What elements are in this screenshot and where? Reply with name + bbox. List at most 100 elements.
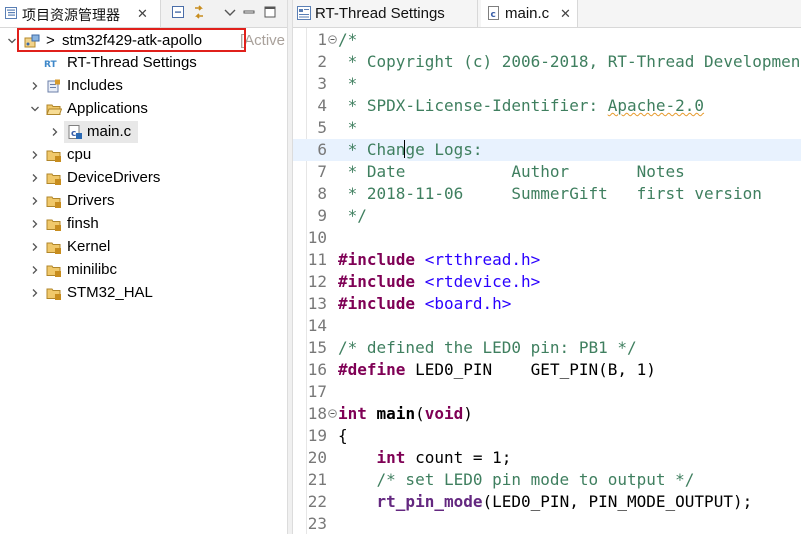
line-number: 18	[307, 404, 327, 423]
function-name: main	[376, 404, 416, 423]
line-number: 7	[317, 162, 327, 181]
tree-item-devicedrivers[interactable]: DeviceDrivers	[0, 167, 287, 189]
chevron-right-icon[interactable]	[30, 265, 40, 275]
code-line[interactable]: 3 *	[293, 73, 801, 95]
tree-item-stm32-hal[interactable]: STM32_HAL	[0, 282, 287, 304]
code-line[interactable]: 16 #define LED0_PIN GET_PIN(B, 1)	[293, 359, 801, 381]
tab-rt-thread-settings-label: RT-Thread Settings	[315, 5, 445, 22]
maximize-icon[interactable]	[262, 4, 278, 20]
fold-toggle-icon[interactable]	[328, 35, 337, 44]
code-line[interactable]: 20 int count = 1;	[293, 447, 801, 469]
keyword: void	[424, 404, 464, 423]
code-line[interactable]: 18 int main(void)	[293, 403, 801, 425]
code-text: * Copyright (c) 2006-2018, RT-Thread Dev…	[338, 52, 801, 71]
code-line[interactable]: 10	[293, 227, 801, 249]
line-number: 8	[317, 184, 327, 203]
chevron-right-icon[interactable]	[30, 81, 40, 91]
tab-main-c[interactable]: c main.c ✕	[481, 0, 578, 27]
tree-item-applications[interactable]: Applications	[0, 98, 287, 120]
code-line[interactable]: 9 */	[293, 205, 801, 227]
explorer-tab-title: 项目资源管理器	[22, 8, 120, 24]
code-text: {	[338, 426, 348, 445]
tree-item-drivers[interactable]: Drivers	[0, 190, 287, 212]
close-icon[interactable]: ✕	[137, 6, 148, 22]
line-number: 13	[307, 294, 327, 313]
preprocessor-directive: #include	[338, 294, 416, 313]
code-text: * Date Author Notes	[338, 162, 685, 181]
fold-toggle-icon[interactable]	[328, 409, 337, 418]
code-line[interactable]: 13 #include <board.h>	[293, 293, 801, 315]
code-text: */	[338, 206, 367, 225]
folder-open-icon	[46, 104, 62, 115]
chevron-right-icon[interactable]	[30, 173, 40, 183]
chevron-right-icon[interactable]	[30, 196, 40, 206]
tree-item-rt-thread-settings[interactable]: RT RT-Thread Settings	[0, 52, 287, 74]
keyword: int	[376, 448, 406, 467]
comment: */	[338, 206, 367, 225]
rt-thread-settings-label: RT-Thread Settings	[67, 54, 197, 71]
chevron-down-icon[interactable]	[7, 36, 17, 46]
code-line[interactable]: 4 * SPDX-License-Identifier: Apache-2.0	[293, 95, 801, 117]
line-number: 17	[307, 382, 327, 401]
line-number: 23	[307, 514, 327, 533]
paren: )	[463, 404, 473, 423]
code-text: int main(void)	[338, 404, 473, 423]
tree-item-kernel[interactable]: Kernel	[0, 236, 287, 258]
code-line[interactable]: 14	[293, 315, 801, 337]
chevron-right-icon[interactable]	[30, 150, 40, 160]
code-line[interactable]: 1 /*	[293, 29, 801, 51]
code-line[interactable]: 7 * Date Author Notes	[293, 161, 801, 183]
tree-item-main-c[interactable]: c main.c	[0, 121, 287, 143]
line-number: 3	[317, 74, 327, 93]
view-menu-icon[interactable]	[222, 4, 238, 20]
code-line[interactable]: 6 * Change Logs:	[293, 139, 801, 161]
code-editor: RT-Thread Settings c main.c ✕ 1 /* 2 * Cop…	[293, 0, 801, 534]
code-line[interactable]: 23	[293, 513, 801, 534]
tree-item-cpu[interactable]: cpu	[0, 144, 287, 166]
code-line[interactable]: 11 #include <rtthread.h>	[293, 249, 801, 271]
macro-value: GET_PIN(B, 1)	[530, 360, 656, 379]
project-explorer-icon	[5, 7, 17, 19]
stm32-hal-label: STM32_HAL	[67, 284, 153, 301]
code-text: * 2018-11-06 SummerGift first version	[338, 184, 762, 203]
code-line[interactable]: 17	[293, 381, 801, 403]
code-line[interactable]: 8 * 2018-11-06 SummerGift first version	[293, 183, 801, 205]
code-line[interactable]: 12 #include <rtdevice.h>	[293, 271, 801, 293]
collapse-all-icon[interactable]	[170, 4, 186, 20]
explorer-tabbar: 项目资源管理器 ✕	[0, 0, 287, 28]
line-number: 14	[307, 316, 327, 335]
code-line[interactable]: 15 /* defined the LED0 pin: PB1 */	[293, 337, 801, 359]
comment: *	[338, 118, 358, 137]
chevron-right-icon[interactable]	[30, 288, 40, 298]
code-line[interactable]: 21 /* set LED0 pin mode to output */	[293, 469, 801, 491]
line-number: 15	[307, 338, 327, 357]
code-text: *	[338, 118, 358, 137]
chevron-right-icon[interactable]	[30, 219, 40, 229]
include-path: <board.h>	[424, 294, 512, 313]
folder-icon	[46, 196, 61, 208]
code-text: /*	[338, 30, 357, 49]
line-number: 22	[307, 492, 327, 511]
code-line[interactable]: 22 rt_pin_mode(LED0_PIN, PIN_MODE_OUTPUT…	[293, 491, 801, 513]
code-line[interactable]: 5 *	[293, 117, 801, 139]
tree-item-minilibc[interactable]: minilibc	[0, 259, 287, 281]
tree-item-includes[interactable]: Includes	[0, 75, 287, 97]
minimize-icon[interactable]	[241, 4, 257, 20]
code-line[interactable]: 2 * Copyright (c) 2006-2018, RT-Thread D…	[293, 51, 801, 73]
statement: count = 1;	[405, 448, 512, 467]
code-text: rt_pin_mode(LED0_PIN, PIN_MODE_OUTPUT);	[338, 492, 753, 511]
tab-project-explorer[interactable]: 项目资源管理器 ✕	[0, 0, 161, 27]
include-path: <rtthread.h>	[424, 250, 541, 269]
tab-rt-thread-settings[interactable]: RT-Thread Settings	[293, 0, 478, 27]
project-build-config: [Active - Debug]	[240, 32, 287, 49]
svg-text:c: c	[71, 129, 76, 139]
chevron-down-icon[interactable]	[30, 104, 40, 114]
link-with-editor-icon[interactable]	[191, 4, 207, 20]
chevron-right-icon[interactable]	[50, 127, 60, 137]
comment: /* defined the LED0 pin: PB1 */	[338, 338, 637, 357]
tree-item-finsh[interactable]: finsh	[0, 213, 287, 235]
close-icon[interactable]: ✕	[560, 6, 571, 22]
comment: ge Logs:	[405, 140, 483, 159]
chevron-right-icon[interactable]	[30, 242, 40, 252]
code-line[interactable]: 19 {	[293, 425, 801, 447]
